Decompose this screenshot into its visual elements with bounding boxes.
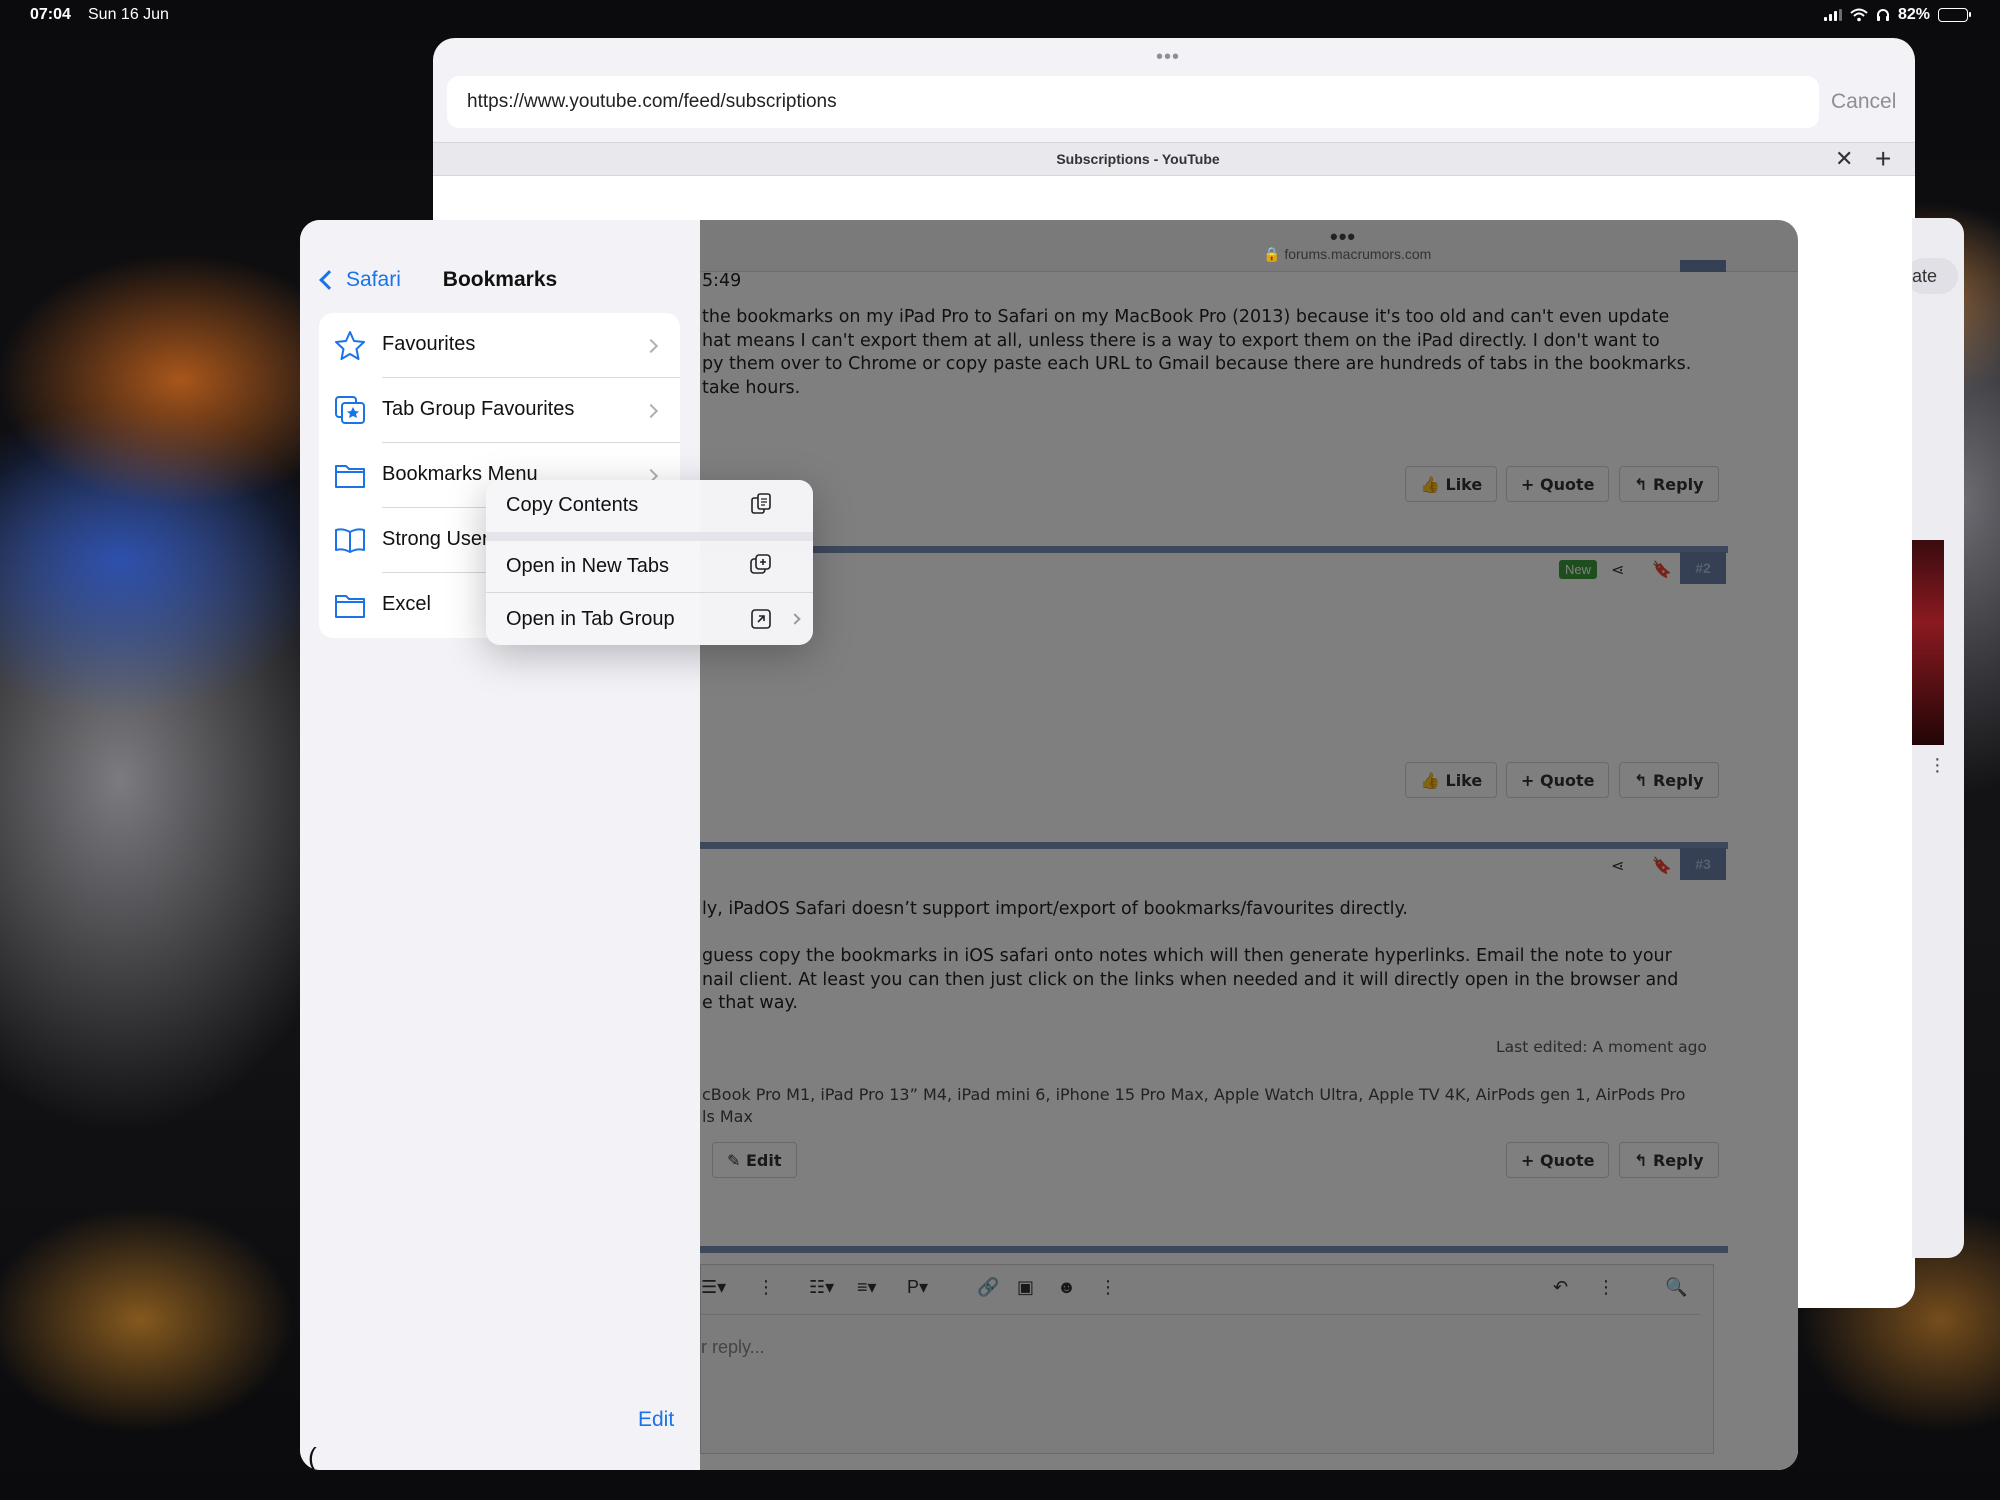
resize-corner-icon[interactable]: ( (1826, 1372, 1832, 1393)
cancel-button[interactable]: Cancel (1831, 90, 1896, 114)
chevron-right-icon (643, 403, 659, 419)
dim-overlay (700, 220, 1798, 1470)
cellular-signal-icon (1823, 9, 1842, 21)
video-thumbnail[interactable] (1912, 540, 1944, 745)
bookmark-item-favourites[interactable]: Favourites (319, 313, 680, 378)
folder-icon (335, 595, 365, 618)
close-tab-icon[interactable]: ✕ (1835, 146, 1853, 172)
book-icon (335, 528, 365, 553)
status-right: 82% (1823, 6, 1971, 24)
copy-icon (751, 493, 771, 514)
tab-title[interactable]: Subscriptions - YouTube (433, 151, 1843, 167)
status-date: Sun 16 Jun (88, 6, 169, 23)
bookmark-item-label: Excel (382, 593, 431, 615)
bookmarks-sidebar: Safari Bookmarks Favourites Tab Group Fa… (300, 220, 700, 1473)
sidebar-title: Bookmarks (442, 268, 558, 291)
menu-item-label: Copy Contents (506, 494, 639, 516)
lock-icon: 🔒 (1263, 246, 1281, 262)
bookmark-item-label: Strong User (382, 528, 489, 550)
background-window-peek[interactable]: ate · · · (1912, 218, 1964, 1258)
menu-separator (486, 532, 813, 541)
address-bar-text: https://www.youtube.com/feed/subscriptio… (467, 91, 837, 112)
new-tab-icon[interactable]: + (1875, 143, 1891, 175)
tab-strip: Subscriptions - YouTube ✕ + (433, 142, 1915, 176)
edit-button[interactable]: Edit (638, 1408, 674, 1432)
status-bar: 07:04 Sun 16 Jun 82% (0, 0, 2000, 30)
peek-button[interactable]: ate (1912, 258, 1958, 294)
window-grabber-dots-icon[interactable]: ••• (1156, 46, 1180, 69)
menu-item-label: Open in New Tabs (506, 555, 670, 577)
chevron-right-icon (643, 338, 659, 354)
headphones-icon (1876, 9, 1889, 21)
resize-corner-icon[interactable]: ( (308, 1442, 317, 1473)
page-url-text: forums.macrumors.com (1284, 246, 1432, 262)
star-icon (335, 331, 365, 360)
wifi-icon (1850, 8, 1868, 22)
bookmark-item-label: Tab Group Favourites (382, 398, 575, 420)
bookmark-item-tab-group-favourites[interactable]: Tab Group Favourites (319, 378, 680, 443)
menu-item-open-in-tab-group[interactable]: Open in Tab Group (486, 593, 813, 645)
menu-item-copy-contents[interactable]: Copy Contents (486, 480, 813, 532)
page-url[interactable]: 🔒 forums.macrumors.com (1263, 246, 1431, 263)
folder-icon (335, 465, 365, 488)
more-vertical-icon[interactable]: · · · (1934, 749, 1941, 781)
status-time: 07:04 (30, 6, 71, 23)
new-tabs-icon (750, 554, 771, 574)
battery-icon (1938, 8, 1971, 22)
context-menu: Copy Contents Open in New Tabs Open in T… (486, 480, 813, 645)
tab-group-star-icon (335, 396, 365, 424)
tab-group-icon (751, 609, 771, 629)
address-bar-input[interactable]: https://www.youtube.com/feed/subscriptio… (447, 76, 1819, 128)
battery-percent: 82% (1897, 6, 1930, 23)
menu-item-label: Open in Tab Group (506, 608, 675, 630)
bookmark-item-label: Favourites (382, 333, 476, 355)
menu-item-open-in-new-tabs[interactable]: Open in New Tabs (486, 541, 813, 592)
chevron-right-icon (789, 613, 801, 625)
